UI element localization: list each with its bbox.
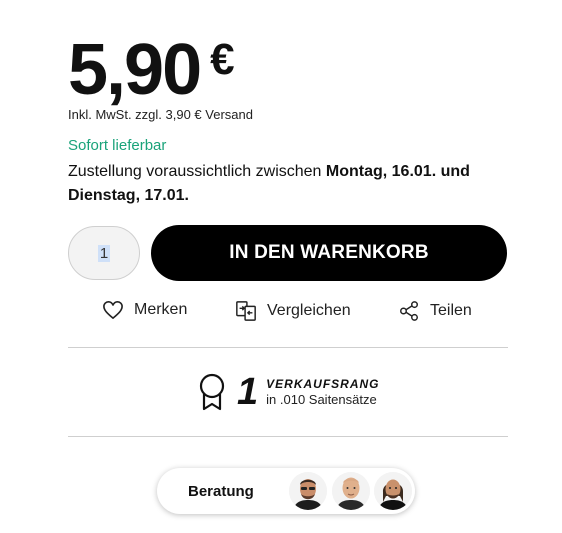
rank-category: in .010 Saitensätze xyxy=(266,392,377,407)
availability-status: Sofort lieferbar xyxy=(68,137,167,154)
delivery-date-from: Montag, 16.01. xyxy=(325,163,437,180)
remember-button[interactable]: Merken xyxy=(102,300,187,320)
avatar xyxy=(289,472,327,510)
sales-rank: 1 VERKAUFSRANG in .010 Saitensätze xyxy=(197,372,379,412)
share-label: Teilen xyxy=(430,302,472,319)
avatar xyxy=(332,472,370,510)
rank-number: 1 xyxy=(237,371,259,413)
add-to-cart-button[interactable]: IN DEN WARENKORB xyxy=(151,225,507,281)
heart-icon xyxy=(103,301,123,319)
price-value: 5,90 xyxy=(68,30,202,110)
avatar xyxy=(374,472,412,510)
price: 5,90 € xyxy=(68,30,235,110)
delivery-prefix: Zustellung voraussichtlich zwischen xyxy=(68,163,326,180)
compare-label: Vergleichen xyxy=(267,302,351,319)
share-icon xyxy=(400,301,418,321)
compare-button[interactable]: Vergleichen xyxy=(235,300,351,322)
quantity-input[interactable]: 1 xyxy=(68,226,140,280)
remember-label: Merken xyxy=(134,301,188,318)
delivery-date-to: Dienstag, 17.01. xyxy=(68,187,189,204)
advice-label: Beratung xyxy=(188,482,254,500)
compare-icon xyxy=(236,301,256,321)
advice-button[interactable]: Beratung xyxy=(157,468,415,514)
quantity-value: 1 xyxy=(97,244,111,262)
divider xyxy=(68,436,508,437)
divider xyxy=(68,347,508,348)
delivery-connector: und xyxy=(436,163,470,180)
award-icon xyxy=(199,373,225,411)
delivery-estimate: Zustellung voraussichtlich zwischen Mont… xyxy=(68,160,508,208)
share-button[interactable]: Teilen xyxy=(398,300,472,322)
price-currency: € xyxy=(210,35,235,84)
rank-label: VERKAUFSRANG xyxy=(266,377,380,391)
tax-note: Inkl. MwSt. zzgl. 3,90 € Versand xyxy=(68,107,253,122)
product-actions: Merken Vergleichen Teilen xyxy=(100,300,480,334)
